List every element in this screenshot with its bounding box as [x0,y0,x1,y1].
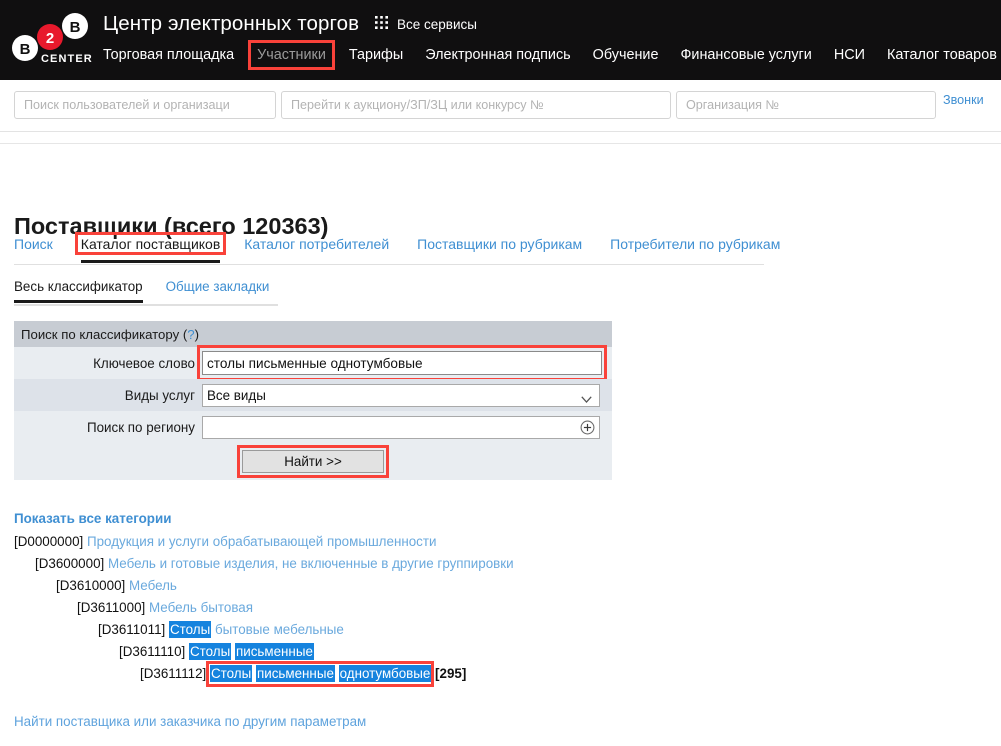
nav-item-nsi[interactable]: НСИ [834,44,865,66]
classifier-node: [D3611000] Мебель бытовая [14,597,514,619]
highlighted-term: письменные [235,643,314,660]
service-type-row: Виды услуг Все виды [14,379,612,411]
service-type-label: Виды услуг [14,388,202,403]
highlighted-term: однотумбовые [339,665,432,682]
tab-consumers-by-rubric[interactable]: Потребители по рубрикам [610,236,780,263]
classifier-node-code: [D3610000] [56,578,129,593]
classifier-node-code: [D3600000] [35,556,108,571]
classifier-node-label[interactable]: Продукция и услуги обрабатывающей промыш… [87,534,437,549]
classifier-node-code: [D3611112] [140,666,210,681]
show-all-categories-link[interactable]: Показать все категории [14,511,171,526]
classifier-tree: [D0000000] Продукция и услуги обрабатыва… [14,531,514,685]
region-row: Поиск по региону [14,411,612,443]
classifier-node: [D3611011] Столы бытовые мебельные [14,619,514,641]
nav-item-tariffs[interactable]: Тарифы [349,44,403,66]
svg-text:CENTER: CENTER [41,53,93,65]
plain-term: Мебель бытовая [149,600,253,615]
all-services-button[interactable]: Все сервисы [375,16,477,32]
nav-item-training[interactable]: Обучение [593,44,659,66]
panel-header-label-close: ) [195,327,199,342]
b2b-center-logo[interactable]: B 2 B CENTER [8,4,96,76]
site-header: B 2 B CENTER Центр электронных торгов Вс… [0,0,1001,80]
classifier-node-code: [D3611000] [77,600,149,615]
region-label: Поиск по региону [14,420,202,435]
main-tab-divider [14,264,764,265]
classifier-node-code: [D3611110] [119,644,189,659]
tab-supplier-catalog[interactable]: Каталог поставщиков [81,236,220,263]
calls-link[interactable]: Звонки [943,93,984,107]
classifier-node-label[interactable]: Мебель [129,578,177,593]
plain-term: Продукция и услуги обрабатывающей промыш… [87,534,437,549]
classifier-node-count: [295] [431,666,466,681]
classifier-node-label[interactable]: Мебель бытовая [149,600,253,615]
other-params-link[interactable]: Найти поставщика или заказчика по другим… [14,714,366,729]
tab-shared-bookmarks[interactable]: Общие закладки [166,279,270,303]
find-button-wrapper: Найти >> [242,450,384,473]
plain-term: бытовые мебельные [211,622,344,637]
nav-item-participants[interactable]: Участники [252,44,331,66]
classifier-node: [D3611112] Столы письменные однотумбовые… [14,663,514,685]
highlighted-term: письменные [256,665,335,682]
keyword-row: Ключевое слово [14,347,612,379]
keyword-input[interactable] [202,351,602,375]
svg-text:B: B [20,41,31,58]
svg-text:2: 2 [46,30,54,47]
sub-tab-bar: Весь классификатор Общие закладки [14,279,292,303]
highlighted-term: Столы [189,643,231,660]
classifier-node-label[interactable]: Столы письменные [189,643,314,660]
classifier-node: [D3600000] Мебель и готовые изделия, не … [14,553,514,575]
highlighted-term: Столы [210,665,252,682]
main-tab-bar: Поиск Каталог поставщиков Каталог потреб… [14,236,808,263]
panel-header: Поиск по классификатору (?) [14,321,612,347]
classifier-node-label[interactable]: Столы бытовые мебельные [169,621,344,638]
classifier-search-panel: Поиск по классификатору (?) Ключевое сло… [14,321,612,480]
auction-number-input[interactable] [281,91,671,119]
plain-term: Мебель и готовые изделия, не включенные … [108,556,514,571]
tab-search[interactable]: Поиск [14,236,53,263]
service-type-wrapper: Все виды [202,384,600,407]
find-button[interactable]: Найти >> [242,450,384,473]
classifier-node-code: [D3611011] [98,622,169,637]
main-navigation: Торговая площадка Участники Тарифы Элект… [103,44,1001,66]
all-services-label: Все сервисы [397,17,477,32]
sub-tab-divider [14,304,278,306]
service-type-select[interactable]: Все виды [202,384,600,407]
nav-item-trading-platform[interactable]: Торговая площадка [103,44,234,66]
tab-consumer-catalog[interactable]: Каталог потребителей [244,236,389,263]
highlighted-term: Столы [169,621,211,638]
classifier-node-label[interactable]: Мебель и готовые изделия, не включенные … [108,556,514,571]
header-divider [0,143,1001,144]
organization-number-input[interactable] [676,91,936,119]
panel-header-label: Поиск по классификатору ( [21,327,187,342]
tab-suppliers-by-rubric[interactable]: Поставщики по рубрикам [417,236,582,263]
classifier-node: [D3610000] Мебель [14,575,514,597]
classifier-node: [D3611110] Столы письменные [14,641,514,663]
plus-circle-icon[interactable] [580,420,595,435]
brand-title: Центр электронных торгов [103,12,359,36]
keyword-field-wrapper [202,351,602,375]
keyword-label: Ключевое слово [14,356,202,371]
submit-row: Найти >> [14,443,612,480]
region-input[interactable] [202,416,600,439]
svg-text:B: B [70,19,81,36]
classifier-node-label[interactable]: Столы письменные однотумбовые [210,663,431,685]
tab-full-classifier[interactable]: Весь классификатор [14,279,143,303]
nav-item-digital-signature[interactable]: Электронная подпись [425,44,570,66]
user-org-search-input[interactable] [14,91,276,119]
nav-item-financial-services[interactable]: Финансовые услуги [680,44,811,66]
region-field-wrapper [202,416,600,439]
classifier-node: [D0000000] Продукция и услуги обрабатыва… [14,531,514,553]
plain-term: Мебель [129,578,177,593]
nav-item-product-catalog[interactable]: Каталог товаров [887,44,997,66]
classifier-node-code: [D0000000] [14,534,87,549]
grid-icon [375,16,388,32]
help-icon[interactable]: ? [187,327,194,342]
